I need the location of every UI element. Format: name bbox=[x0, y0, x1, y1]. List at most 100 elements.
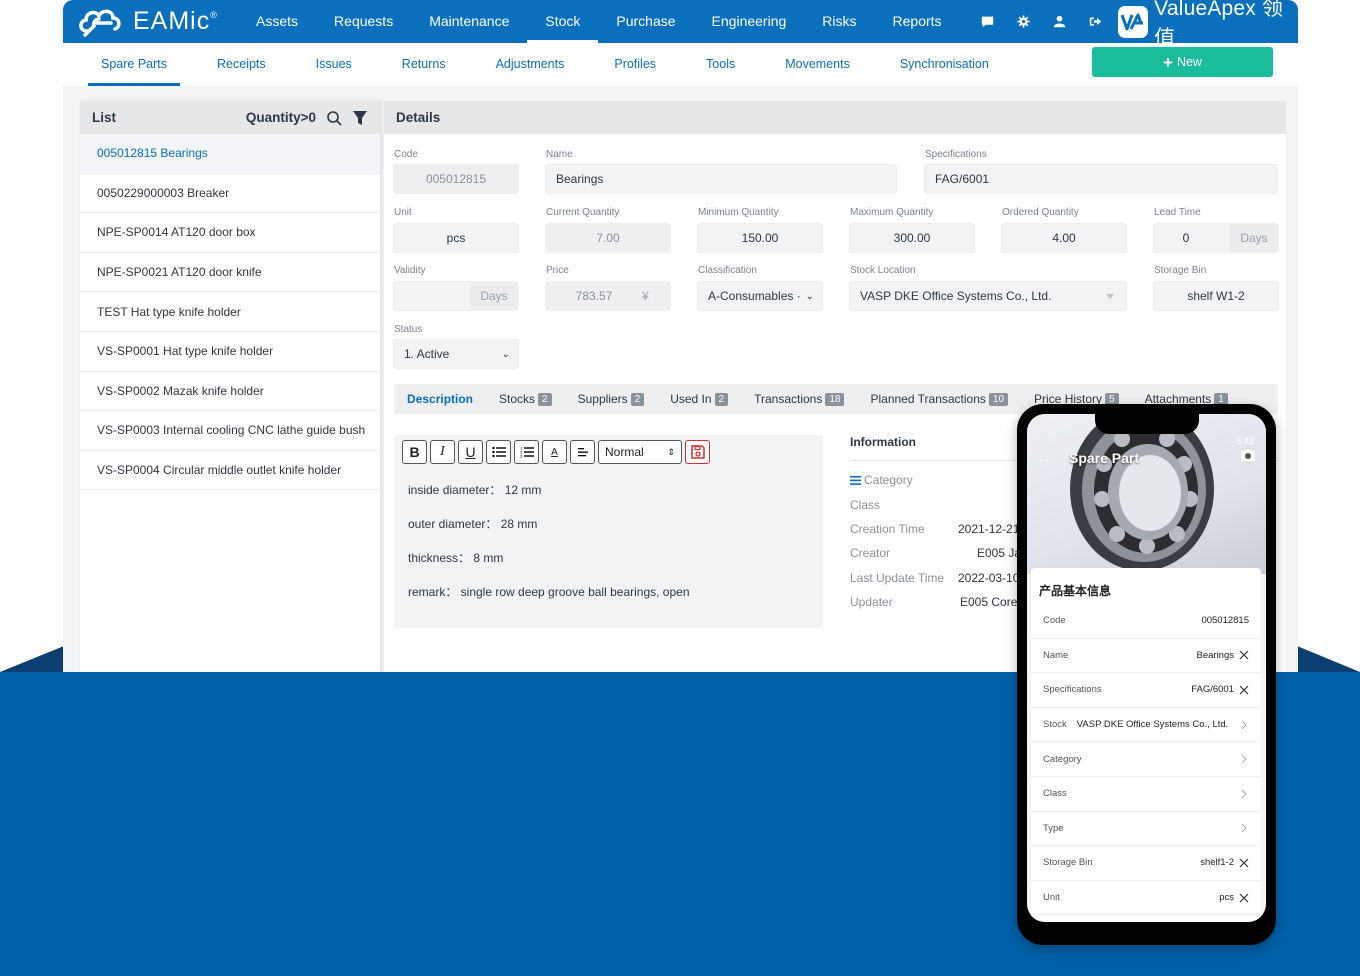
nav-engineering[interactable]: Engineering bbox=[694, 0, 805, 43]
list-title: List bbox=[92, 110, 117, 125]
filter-icon[interactable] bbox=[352, 110, 368, 126]
nav-stock[interactable]: Stock bbox=[527, 0, 599, 43]
camera-icon[interactable] bbox=[1240, 448, 1256, 467]
phone-row-type[interactable]: Type bbox=[1031, 812, 1261, 847]
storage-bin-value: shelf W1-2 bbox=[1187, 289, 1245, 303]
save-button[interactable] bbox=[685, 440, 710, 464]
name-field[interactable]: Bearings bbox=[545, 164, 897, 194]
subnav-issues[interactable]: Issues bbox=[291, 43, 377, 86]
phone-row-code[interactable]: Code 005012815 bbox=[1031, 604, 1261, 639]
tab-stocks[interactable]: Stocks 2 bbox=[486, 392, 565, 406]
svg-text:3: 3 bbox=[520, 454, 523, 459]
nav-risks[interactable]: Risks bbox=[804, 0, 874, 43]
classification-value: A-Consumables · bbox=[708, 289, 801, 303]
list-item[interactable]: VS-SP0004 Circular middle outlet knife h… bbox=[80, 451, 380, 491]
tab-used-in[interactable]: Used In 2 bbox=[657, 392, 741, 406]
list-item[interactable]: VS-SP0003 Internal cooling CNC lathe gui… bbox=[80, 411, 380, 451]
underline-button[interactable]: U bbox=[458, 440, 483, 464]
phone-row-unit[interactable]: Unit pcs bbox=[1031, 881, 1261, 916]
phone-row-class[interactable]: Class bbox=[1031, 777, 1261, 812]
phone-row-specifications[interactable]: Specifications FAG/6001 bbox=[1031, 673, 1261, 708]
main-nav: Assets Requests Maintenance Stock Purcha… bbox=[238, 0, 960, 43]
subnav-profiles[interactable]: Profiles bbox=[589, 43, 681, 86]
editor-content[interactable]: inside diameter： 12 mm outer diameter： 2… bbox=[394, 469, 823, 629]
list-item[interactable]: 005012815 Bearings bbox=[80, 134, 380, 174]
logout-icon[interactable] bbox=[1078, 0, 1114, 43]
validity-field[interactable]: Days bbox=[393, 281, 519, 311]
unit-field[interactable]: pcs bbox=[393, 223, 519, 253]
nav-maintenance[interactable]: Maintenance bbox=[411, 0, 527, 43]
list-item[interactable]: NPE-SP0021 AT120 door knife bbox=[80, 253, 380, 293]
list-item[interactable]: VS-SP0001 Hat type knife holder bbox=[80, 332, 380, 372]
subnav-spare-parts[interactable]: Spare Parts bbox=[76, 43, 192, 86]
format-select[interactable]: Normal ⇕ bbox=[598, 440, 682, 464]
ribbon-right bbox=[1297, 646, 1360, 672]
nav-purchase[interactable]: Purchase bbox=[598, 0, 693, 43]
stock-location-select[interactable]: VASP DKE Office Systems Co., Ltd. bbox=[849, 281, 1127, 311]
code-field[interactable]: 005012815 bbox=[393, 164, 519, 194]
bold-button[interactable]: B bbox=[402, 440, 427, 464]
lead-time-field[interactable]: 0 Days bbox=[1153, 223, 1279, 253]
gear-icon[interactable] bbox=[1006, 0, 1042, 43]
align-button[interactable] bbox=[570, 440, 595, 464]
ordered-quantity-field[interactable]: 4.00 bbox=[1001, 223, 1127, 253]
back-arrow-icon[interactable]: ← bbox=[1037, 450, 1051, 466]
price-label: Price bbox=[546, 265, 569, 276]
info-key: Last Update Time bbox=[850, 570, 945, 585]
subnav-movements[interactable]: Movements bbox=[760, 43, 875, 86]
list-item[interactable]: TEST Hat type knife holder bbox=[80, 292, 380, 332]
clear-icon[interactable] bbox=[1239, 650, 1249, 660]
subnav-receipts[interactable]: Receipts bbox=[192, 43, 291, 86]
quantity-filter-label[interactable]: Quantity>0 bbox=[246, 110, 316, 125]
tab-description[interactable]: Description bbox=[394, 392, 486, 406]
clear-icon[interactable] bbox=[1239, 685, 1249, 695]
subnav-tools[interactable]: Tools bbox=[681, 43, 760, 86]
chat-icon[interactable] bbox=[970, 0, 1006, 43]
updown-icon: ⇕ bbox=[667, 446, 675, 457]
current-quantity-field[interactable]: 7.00 bbox=[545, 223, 671, 253]
classification-select[interactable]: A-Consumables · ⌄ bbox=[697, 281, 823, 311]
minimum-quantity-field[interactable]: 150.00 bbox=[697, 223, 823, 253]
subnav-adjustments[interactable]: Adjustments bbox=[471, 43, 590, 86]
tab-planned-transactions[interactable]: Planned Transactions 10 bbox=[857, 392, 1021, 406]
nav-reports[interactable]: Reports bbox=[875, 0, 960, 43]
list-item[interactable]: NPE-SP0014 AT120 door box bbox=[80, 213, 380, 253]
clear-icon[interactable] bbox=[1239, 858, 1249, 868]
phone-row-stock[interactable]: Stock VASP DKE Office Systems Co., Ltd. bbox=[1031, 708, 1261, 743]
tab-transactions[interactable]: Transactions 18 bbox=[741, 392, 857, 406]
phone-row-name[interactable]: Name Bearings bbox=[1031, 639, 1261, 674]
list-header: List Quantity>0 bbox=[80, 101, 380, 134]
specifications-field[interactable]: FAG/6001 bbox=[924, 164, 1278, 194]
text-color-button[interactable]: A bbox=[542, 440, 567, 464]
phone-notch bbox=[1095, 414, 1199, 434]
user-icon[interactable] bbox=[1042, 0, 1078, 43]
bearing-image-icon bbox=[1070, 414, 1214, 571]
subnav-returns[interactable]: Returns bbox=[377, 43, 471, 86]
search-icon[interactable] bbox=[326, 110, 342, 126]
list-item[interactable]: VS-SP0002 Mazak knife holder bbox=[80, 372, 380, 412]
current-quantity-label: Current Quantity bbox=[546, 207, 620, 218]
brand-logo[interactable]: EAMic ® bbox=[77, 5, 238, 39]
specifications-label: Specifications bbox=[925, 149, 987, 160]
cloud-wrench-logo-icon bbox=[79, 9, 121, 37]
status-select[interactable]: 1. Active ⌄ bbox=[393, 339, 519, 369]
italic-button[interactable]: I bbox=[430, 440, 455, 464]
bullet-list-button[interactable] bbox=[486, 440, 511, 464]
nav-assets[interactable]: Assets bbox=[238, 0, 316, 43]
storage-bin-field[interactable]: shelf W1-2 bbox=[1153, 281, 1279, 311]
nav-requests[interactable]: Requests bbox=[316, 0, 411, 43]
chevron-down-icon: ⌄ bbox=[501, 348, 510, 360]
price-field[interactable]: 783.57 ¥ bbox=[545, 281, 671, 311]
clear-icon[interactable] bbox=[1239, 893, 1249, 903]
maximum-quantity-field[interactable]: 300.00 bbox=[849, 223, 975, 253]
list-item[interactable]: 0050229000003 Breaker bbox=[80, 174, 380, 214]
phone-row-category[interactable]: Category bbox=[1031, 742, 1261, 777]
tab-label: Planned Transactions bbox=[870, 392, 986, 406]
numbered-list-button[interactable]: 123 bbox=[514, 440, 539, 464]
info-key: Class bbox=[850, 497, 881, 512]
phone-status-time: 5:42 bbox=[1236, 436, 1254, 446]
tab-suppliers[interactable]: Suppliers 2 bbox=[565, 392, 658, 406]
phone-row-storage-bin[interactable]: Storage Bin shelf1-2 bbox=[1031, 846, 1261, 881]
new-button[interactable]: + New bbox=[1092, 47, 1273, 77]
subnav-synchronisation[interactable]: Synchronisation bbox=[875, 43, 1014, 86]
